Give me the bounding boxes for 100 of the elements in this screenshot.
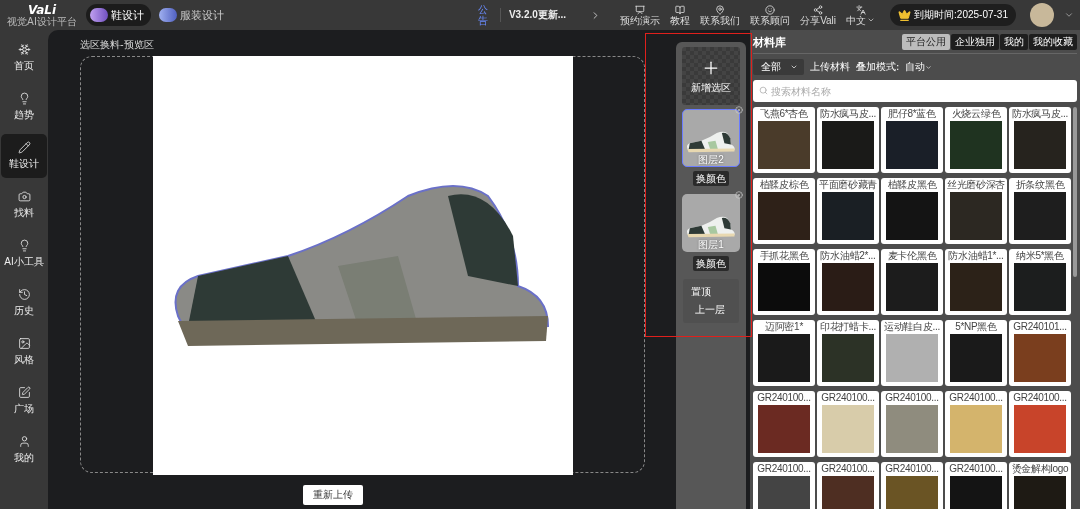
material-name: 折条纹黑色 — [1015, 179, 1065, 192]
user-icon — [17, 435, 31, 448]
material-card[interactable]: GR240100... — [881, 391, 943, 457]
material-card[interactable]: 折条纹黑色 — [1009, 178, 1071, 244]
toolbar-link[interactable]: 教程 — [667, 4, 694, 26]
pin-icon — [715, 4, 726, 15]
material-card[interactable]: 5*NP黑色 — [945, 320, 1007, 386]
material-name: 防水疯马皮... — [1012, 108, 1068, 121]
caret-icon — [925, 63, 933, 71]
caret-icon — [790, 63, 798, 71]
material-name: GR240100... — [1013, 392, 1067, 405]
notice-label: 公告 — [477, 4, 488, 26]
sidebar-item[interactable]: 找料 — [1, 183, 47, 227]
material-card[interactable]: GR240101... — [1009, 320, 1071, 386]
sidebar-item[interactable]: 鞋设计 — [1, 134, 47, 178]
category-dropdown[interactable]: 全部 — [753, 59, 804, 75]
recolor-button[interactable]: 换颜色 — [693, 256, 729, 271]
toolbar-link[interactable]: 分享Vali — [797, 4, 840, 26]
material-name: 迈阿密1* — [765, 321, 803, 334]
material-card[interactable]: GR240100... — [1009, 391, 1071, 457]
shoe-drawing — [686, 215, 736, 239]
tab[interactable]: 我的 — [1000, 34, 1028, 50]
material-card[interactable]: 防水油蜡1*... — [945, 249, 1007, 315]
caret-icon[interactable] — [1064, 10, 1074, 20]
material-card[interactable]: 平面磨砂藏青 — [817, 178, 879, 244]
toolbar-link[interactable]: 预约演示 — [617, 4, 664, 26]
layer-name: 图层1 — [698, 239, 724, 250]
material-card[interactable]: 植鞣皮棕色 — [753, 178, 815, 244]
tab[interactable]: 我的收藏 — [1029, 34, 1077, 50]
snowflake-icon — [17, 43, 31, 56]
image-icon — [17, 337, 31, 350]
material-name: 防水油蜡1*... — [948, 250, 1004, 263]
material-card[interactable]: 运动鞋白皮... — [881, 320, 943, 386]
notice-text[interactable]: V3.2.0更新... — [499, 8, 567, 22]
book-icon — [675, 4, 686, 15]
material-card[interactable]: 麦卡伦黑色 — [881, 249, 943, 315]
close-icon[interactable] — [735, 191, 743, 199]
recolor-button[interactable]: 换颜色 — [693, 171, 729, 186]
material-card[interactable]: GR240100... — [753, 391, 815, 457]
material-card[interactable]: 防水油蜡2*... — [817, 249, 879, 315]
material-card[interactable]: GR240100... — [817, 391, 879, 457]
close-icon[interactable] — [735, 106, 743, 114]
sidebar-item[interactable]: AI小工具 — [1, 232, 47, 276]
toolbar-link[interactable]: 联系顾问 — [747, 4, 794, 26]
material-name: GR240100... — [821, 463, 875, 476]
language-icon — [855, 4, 866, 15]
mode-tab[interactable]: 鞋设计 — [86, 4, 151, 26]
sidebar-item[interactable]: 风格 — [1, 330, 47, 374]
material-name: 植鞣皮黑色 — [887, 179, 937, 192]
material-name: GR240100... — [949, 463, 1003, 476]
upload-link[interactable]: 上传材料 — [810, 60, 850, 74]
smile-icon — [765, 4, 776, 15]
blend-dropdown[interactable]: 自动 — [905, 60, 933, 74]
sidebar-item[interactable]: 历史 — [1, 281, 47, 325]
mode-tab[interactable]: 服装设计 — [155, 4, 231, 26]
material-name: 丝光磨砂深杏 — [946, 179, 1006, 192]
material-card[interactable]: 飞燕6*杏色 — [753, 107, 815, 173]
sidebar-item[interactable]: 首页 — [1, 36, 47, 80]
menu-item[interactable]: 置顶 — [683, 285, 739, 299]
history-icon — [17, 288, 31, 301]
material-card[interactable]: 火烧云绿色 — [945, 107, 1007, 173]
material-name: GR240100... — [821, 392, 875, 405]
material-name: 运动鞋白皮... — [884, 321, 940, 334]
presentation-icon — [635, 4, 646, 15]
logo: VaLi 视觉AI设计平台 — [6, 3, 78, 27]
sidebar-item[interactable]: 趋势 — [1, 85, 47, 129]
add-selection-button[interactable]: 新增选区 — [682, 47, 740, 105]
material-name: 防水油蜡2*... — [820, 250, 876, 263]
panel-title: 材料库 — [753, 34, 786, 50]
sidebar-item[interactable]: 广场 — [1, 379, 47, 423]
material-card[interactable]: GR240100... — [945, 462, 1007, 509]
tab[interactable]: 企业独用 — [951, 34, 999, 50]
material-name: 印花打蜡卡... — [820, 321, 876, 334]
tab[interactable]: 平台公用 — [902, 34, 950, 50]
material-card[interactable]: 防水疯马皮... — [1009, 107, 1071, 173]
material-card[interactable]: 防水疯马皮... — [817, 107, 879, 173]
material-card[interactable]: 肥仔8*蓝色 — [881, 107, 943, 173]
material-name: 飞燕6*杏色 — [760, 108, 808, 121]
menu-item[interactable]: 上一层 — [683, 303, 739, 317]
material-card[interactable]: 烫金解构logo — [1009, 462, 1071, 509]
material-card[interactable]: GR240100... — [817, 462, 879, 509]
scrollbar[interactable] — [1073, 107, 1077, 277]
material-card[interactable]: 植鞣皮黑色 — [881, 178, 943, 244]
avatar[interactable] — [1030, 3, 1054, 27]
material-card[interactable]: GR240100... — [753, 462, 815, 509]
material-card[interactable]: 纳米5*黑色 — [1009, 249, 1071, 315]
material-card[interactable]: GR240100... — [881, 462, 943, 509]
search-field[interactable]: 搜索材料名称 — [753, 80, 1077, 102]
material-name: 5*NP黑色 — [955, 321, 997, 334]
material-card[interactable]: 丝光磨砂深杏 — [945, 178, 1007, 244]
material-card[interactable]: 迈阿密1* — [753, 320, 815, 386]
toolbar-link[interactable]: 联系我们 — [697, 4, 744, 26]
reupload-button[interactable]: 重新上传 — [302, 485, 363, 505]
sidebar-item[interactable]: 我的 — [1, 428, 47, 472]
material-card[interactable]: 手抓花黑色 — [753, 249, 815, 315]
material-name: 手抓花黑色 — [759, 250, 809, 263]
material-card[interactable]: GR240100... — [945, 391, 1007, 457]
expiry-badge: 到期时间:2025-07-31 — [890, 4, 1016, 26]
toolbar-link[interactable]: 中文 — [843, 4, 879, 26]
material-card[interactable]: 印花打蜡卡... — [817, 320, 879, 386]
